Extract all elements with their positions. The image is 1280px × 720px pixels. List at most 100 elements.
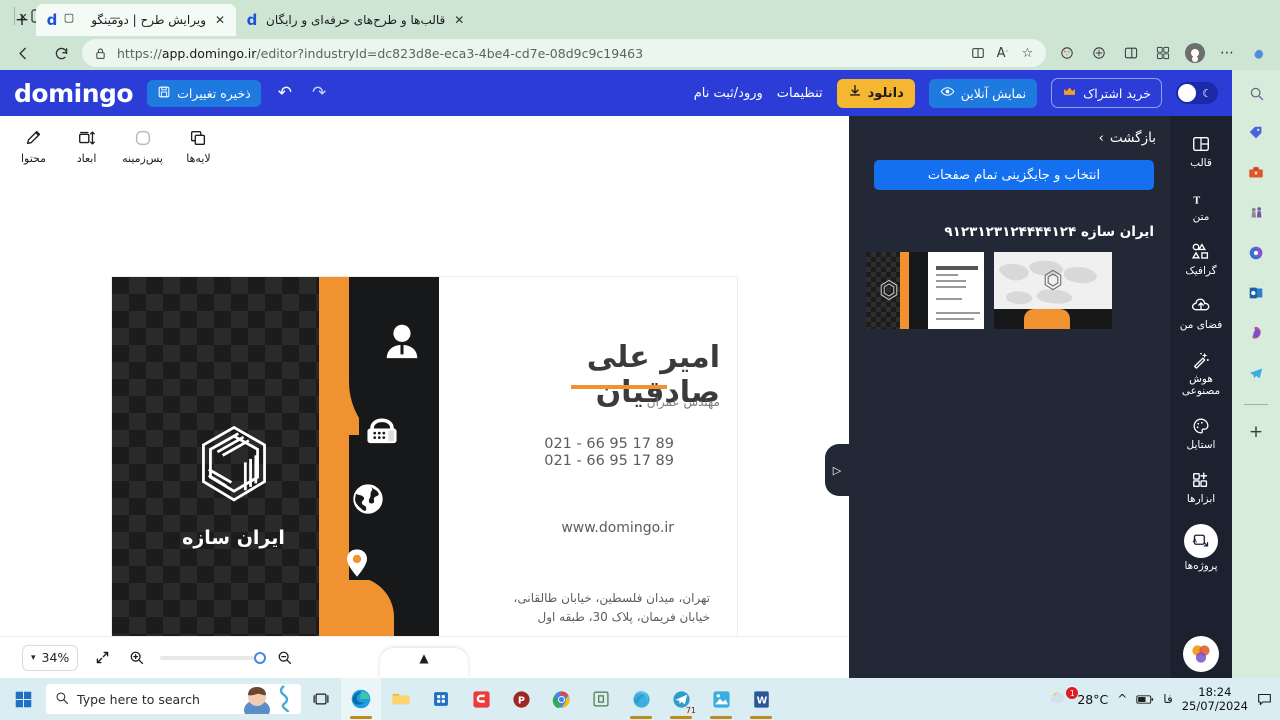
microsoft-365-icon[interactable] xyxy=(1243,240,1269,266)
rail-item-template[interactable]: قالب xyxy=(1172,130,1230,172)
telegram-icon[interactable]: 71 xyxy=(661,678,701,720)
save-changes-button[interactable]: ذخیره تغییرات xyxy=(147,79,261,107)
login-register-link[interactable]: ورود/ثبت نام xyxy=(694,86,763,101)
search-icon[interactable] xyxy=(1243,80,1269,106)
collapse-panel-icon[interactable]: ▷ xyxy=(825,444,849,496)
browser-tab-inactive[interactable]: ✕ قالب‌ها و طرح‌های حرفه‌ای و رایگان d xyxy=(236,4,475,36)
collections-icon[interactable] xyxy=(1084,38,1114,68)
canvas-area[interactable]: ایران سازه امیر علی صادقیان مهندس عمران … xyxy=(0,176,849,678)
profile-icon[interactable] xyxy=(1180,38,1210,68)
zoom-slider-knob[interactable] xyxy=(254,651,267,664)
download-button[interactable]: دانلود xyxy=(836,78,915,108)
outlook-icon[interactable] xyxy=(1243,280,1269,306)
card-back-thumbnail[interactable] xyxy=(994,252,1112,329)
copilot-icon[interactable] xyxy=(1244,38,1274,68)
tool-layers[interactable]: لایه‌ها xyxy=(181,127,216,165)
rail-item-text[interactable]: TT متن xyxy=(1172,184,1230,226)
word-icon[interactable]: W xyxy=(741,678,781,720)
shopping-tag-icon[interactable] xyxy=(1243,120,1269,146)
windows-taskbar: Type here to search P 71 W 1 28°C ^ فا 1… xyxy=(0,678,1280,720)
task-view-icon[interactable] xyxy=(301,678,341,720)
thumb-logo-icon xyxy=(877,278,901,306)
language-indicator[interactable]: فا xyxy=(1163,692,1172,706)
zoom-in-icon[interactable] xyxy=(126,648,146,668)
minimize-button[interactable]: — xyxy=(92,0,138,34)
photoscape-icon[interactable]: P xyxy=(501,678,541,720)
camtasia-icon[interactable] xyxy=(461,678,501,720)
moon-icon: ☾ xyxy=(1202,86,1212,100)
chrome-icon[interactable] xyxy=(541,678,581,720)
buy-subscription-button[interactable]: خرید اشتراک xyxy=(1051,78,1162,108)
weather-widget[interactable]: 1 28°C xyxy=(1050,687,1108,709)
rail-item-projects[interactable]: A پروژه‌ها xyxy=(1172,521,1230,575)
split-screen-icon[interactable] xyxy=(969,45,986,62)
pages-panel-toggle[interactable]: ▲ xyxy=(380,648,468,678)
evernote-icon[interactable] xyxy=(581,678,621,720)
projects-icon: A xyxy=(1184,523,1218,558)
tab-title: قالب‌ها و طرح‌های حرفه‌ای و رایگان xyxy=(266,13,446,27)
zoom-out-icon[interactable] xyxy=(274,648,294,668)
browser-essentials-icon[interactable] xyxy=(1052,38,1082,68)
domingo-logo[interactable]: domingo xyxy=(14,79,134,108)
tool-label: پس‌زمینه xyxy=(122,152,163,165)
card-front-thumbnail[interactable] xyxy=(866,252,984,329)
tools-icon[interactable] xyxy=(1243,160,1269,186)
battery-icon[interactable] xyxy=(1136,694,1154,705)
tool-content[interactable]: محتوا xyxy=(16,127,51,165)
games-icon[interactable] xyxy=(1243,200,1269,226)
rail-item-graphic[interactable]: گرافیک xyxy=(1172,238,1230,280)
rail-label: پروژه‌ها xyxy=(1184,559,1218,572)
taskbar-search-box[interactable]: Type here to search xyxy=(46,684,301,714)
split-view-icon[interactable] xyxy=(1116,38,1146,68)
save-icon xyxy=(157,85,171,102)
svg-text:T: T xyxy=(1193,196,1200,207)
file-explorer-icon[interactable] xyxy=(381,678,421,720)
maximize-button[interactable]: ▢ xyxy=(46,0,92,34)
notification-icon[interactable] xyxy=(1257,692,1272,707)
rail-item-tools[interactable]: ابزارها xyxy=(1172,466,1230,508)
windows-start-icon[interactable] xyxy=(0,678,46,720)
telegram-icon[interactable] xyxy=(1243,360,1269,386)
dark-mode-toggle[interactable]: ☾ xyxy=(1176,82,1218,104)
tab-close-icon[interactable]: ✕ xyxy=(451,12,467,28)
photos-icon[interactable] xyxy=(701,678,741,720)
color-wheel-icon[interactable] xyxy=(1183,636,1219,672)
close-window-button[interactable]: ✕ xyxy=(0,0,46,34)
settings-link[interactable]: تنظیمات xyxy=(777,86,823,101)
taskbar-clock[interactable]: 18:24 25/07/2024 xyxy=(1182,685,1248,714)
zoom-level-select[interactable]: ▾ 34% xyxy=(22,644,79,671)
business-card-front[interactable]: ایران سازه امیر علی صادقیان مهندس عمران … xyxy=(112,277,737,678)
tab-close-icon[interactable]: ✕ xyxy=(212,12,228,28)
read-aloud-icon[interactable]: Aᵔ xyxy=(994,45,1011,62)
domingo-editor: domingo ذخیره تغییرات ↶ ↷ ورود/ثبت نام ت… xyxy=(0,70,1232,678)
undo-icon[interactable]: ↶ xyxy=(275,83,295,103)
preview-label: نمایش آنلاین xyxy=(960,85,1027,101)
internet-download-manager-icon[interactable] xyxy=(621,678,661,720)
add-sidebar-icon[interactable]: + xyxy=(1243,419,1269,445)
tray-expand-chevron[interactable]: ^ xyxy=(1117,692,1127,706)
edge-icon[interactable] xyxy=(341,678,381,720)
tool-dimensions[interactable]: ابعاد xyxy=(69,127,104,165)
favorite-star-icon[interactable]: ☆ xyxy=(1019,45,1036,62)
replace-all-pages-button[interactable]: انتخاب و جایگزینی تمام صفحات xyxy=(874,160,1154,190)
panel-back-button[interactable]: بازگشت › xyxy=(1098,130,1156,146)
redo-icon[interactable]: ↷ xyxy=(309,83,329,103)
rail-item-style[interactable]: استایل xyxy=(1172,412,1230,454)
rail-label: هوش مصنوعی xyxy=(1181,373,1221,398)
address-bar[interactable]: https://app.domingo.ir/editor?industryId… xyxy=(82,39,1046,67)
online-preview-button[interactable]: نمایش آنلاین xyxy=(928,78,1038,108)
rail-item-ai[interactable]: هوش مصنوعی xyxy=(1172,346,1230,400)
rail-item-my-space[interactable]: فضای من xyxy=(1172,292,1230,334)
reload-button[interactable] xyxy=(46,38,76,68)
card-phone-2: 021 - 66 95 17 89 xyxy=(544,452,674,469)
microsoft-store-icon[interactable] xyxy=(421,678,461,720)
zoom-slider[interactable] xyxy=(160,651,267,664)
template-icon xyxy=(1191,133,1211,155)
designer-icon[interactable] xyxy=(1243,320,1269,346)
fit-screen-icon[interactable] xyxy=(92,648,112,668)
back-button[interactable] xyxy=(8,38,38,68)
browser-apps-icon[interactable] xyxy=(1148,38,1178,68)
layers-icon xyxy=(188,127,208,149)
tool-background[interactable]: پس‌زمینه xyxy=(122,127,163,165)
settings-more-icon[interactable]: ⋯ xyxy=(1212,38,1242,68)
